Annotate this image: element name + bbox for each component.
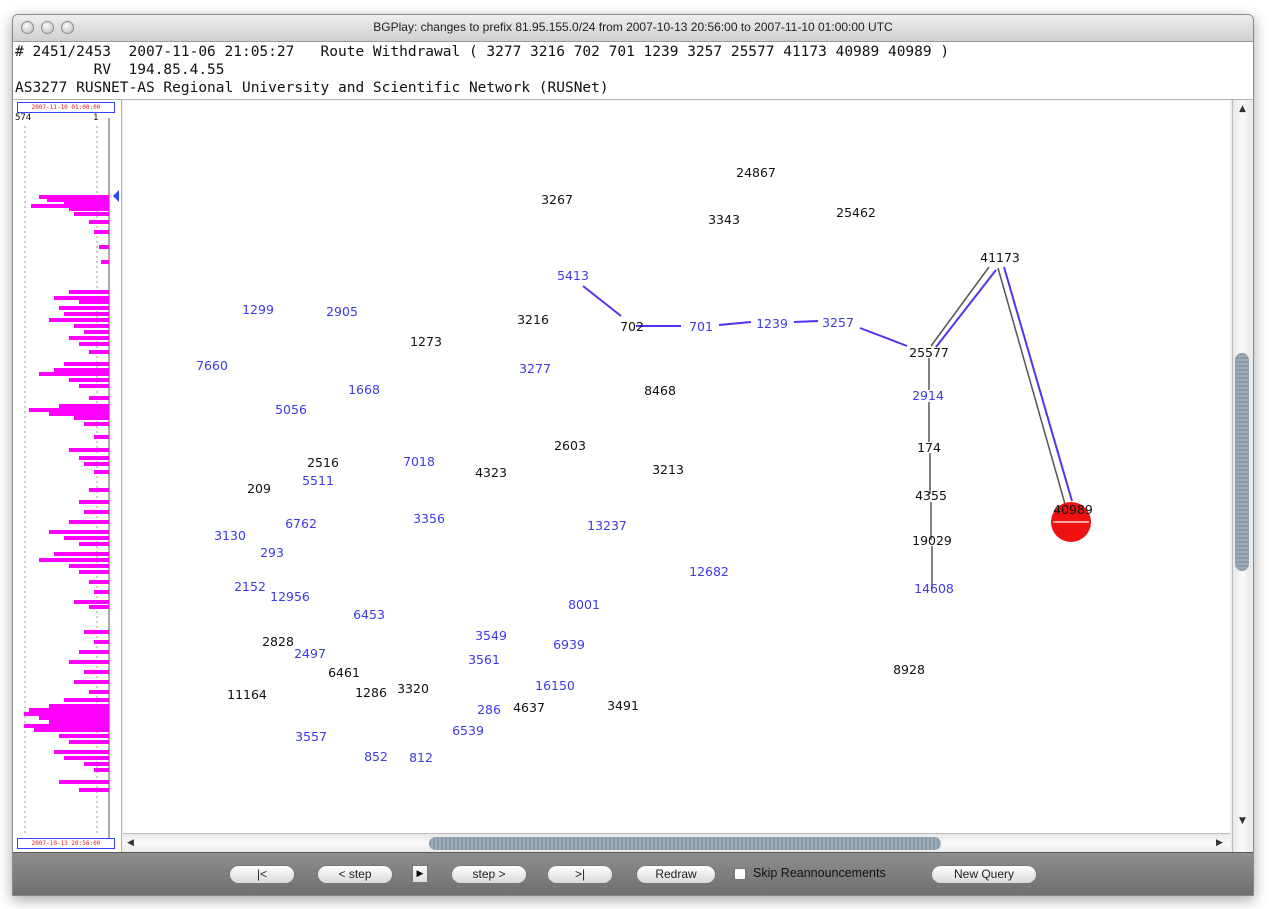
as-node-40989[interactable]: 40989: [1053, 503, 1093, 517]
horizontal-scrollbar[interactable]: ◀ ▶: [123, 833, 1230, 853]
as-node-13237[interactable]: 13237: [587, 519, 627, 533]
as-node-293[interactable]: 293: [260, 546, 284, 560]
timeline-start-timestamp: 2007-10-13 20:56:00: [17, 838, 115, 849]
event-timeline[interactable]: 2007-11-10 01:00:00 574 1 2007-10-13 20:…: [13, 100, 122, 852]
as-node-702[interactable]: 702: [620, 320, 644, 334]
as-node-3320[interactable]: 3320: [397, 682, 429, 696]
playback-toolbar: |< < step ▶ step > >| Redraw Skip Reanno…: [13, 852, 1253, 895]
as-node-2603[interactable]: 2603: [554, 439, 586, 453]
as-node-5056[interactable]: 5056: [275, 403, 307, 417]
as-node-14608[interactable]: 14608: [914, 582, 954, 596]
as-node-3130[interactable]: 3130: [214, 529, 246, 543]
as-node-4637[interactable]: 4637: [513, 701, 545, 715]
as-node-3213[interactable]: 3213: [652, 463, 684, 477]
scroll-left-icon[interactable]: ◀: [127, 838, 134, 848]
as-node-3491[interactable]: 3491: [607, 699, 639, 713]
step-back-button[interactable]: < step: [317, 865, 393, 884]
play-button[interactable]: ▶: [412, 865, 428, 883]
as-node-5511[interactable]: 5511: [302, 474, 334, 488]
as-node-8928[interactable]: 8928: [893, 663, 925, 677]
edge-3257-25577: [859, 327, 908, 347]
new-query-button[interactable]: New Query: [931, 865, 1037, 884]
as-description-line: AS3277 RUSNET-AS Regional University and…: [15, 80, 609, 96]
edge-25577-41173-old: [930, 266, 990, 347]
edge-5413-702: [582, 285, 622, 317]
redraw-button[interactable]: Redraw: [636, 865, 716, 884]
as-node-286[interactable]: 286: [477, 703, 501, 717]
edge-41173-40989: [1003, 266, 1073, 502]
as-node-6461[interactable]: 6461: [328, 666, 360, 680]
timeline-histogram: [24, 118, 119, 840]
as-node-7018[interactable]: 7018: [403, 455, 435, 469]
edge-1239-3257: [793, 320, 819, 323]
as-node-6939[interactable]: 6939: [553, 638, 585, 652]
as-node-4323[interactable]: 4323: [475, 466, 507, 480]
as-node-6539[interactable]: 6539: [452, 724, 484, 738]
as-node-3557[interactable]: 3557: [295, 730, 327, 744]
step-forward-button[interactable]: step >: [451, 865, 527, 884]
as-node-3267[interactable]: 3267: [541, 193, 573, 207]
scroll-right-icon[interactable]: ▶: [1216, 838, 1223, 848]
as-node-19029[interactable]: 19029: [912, 534, 952, 548]
as-node-41173[interactable]: 41173: [980, 251, 1020, 265]
collector-line: RV 194.85.4.55: [15, 62, 225, 78]
as-node-7660[interactable]: 7660: [196, 359, 228, 373]
skip-reannouncements-label: Skip Reannouncements: [753, 866, 886, 880]
as-node-1239[interactable]: 1239: [756, 317, 788, 331]
as-node-3356[interactable]: 3356: [413, 512, 445, 526]
edge-25577-41173: [935, 269, 997, 348]
as-node-2914[interactable]: 2914: [912, 389, 944, 403]
as-node-12956[interactable]: 12956: [270, 590, 310, 604]
as-node-16150[interactable]: 16150: [535, 679, 575, 693]
event-line: # 2451/2453 2007-11-06 21:05:27 Route Wi…: [15, 44, 950, 60]
scroll-up-icon[interactable]: ▲: [1239, 104, 1246, 114]
horizontal-scroll-thumb[interactable]: [429, 837, 941, 850]
as-node-2828[interactable]: 2828: [262, 635, 294, 649]
as-node-3216[interactable]: 3216: [517, 313, 549, 327]
as-node-4355[interactable]: 4355: [915, 489, 947, 503]
as-node-2152[interactable]: 2152: [234, 580, 266, 594]
as-graph-canvas[interactable]: 24867 3267 3343 25462 41173 5413 1299 2905 3216 7…: [123, 100, 1230, 833]
as-node-1273[interactable]: 1273: [410, 335, 442, 349]
as-node-209[interactable]: 209: [247, 482, 271, 496]
as-node-11164[interactable]: 11164: [227, 688, 267, 702]
skip-reannouncements-checkbox[interactable]: [734, 868, 746, 880]
as-node-3277[interactable]: 3277: [519, 362, 551, 376]
as-node-3343[interactable]: 3343: [708, 213, 740, 227]
edge-41173-40989-old: [997, 267, 1066, 505]
title-bar: BGPlay: changes to prefix 81.95.155.0/24…: [13, 15, 1253, 42]
as-node-8001[interactable]: 8001: [568, 598, 600, 612]
event-info-panel: # 2451/2453 2007-11-06 21:05:27 Route Wi…: [13, 42, 1253, 100]
as-node-6762[interactable]: 6762: [285, 517, 317, 531]
as-node-25462[interactable]: 25462: [836, 206, 876, 220]
as-node-25577[interactable]: 25577: [909, 346, 949, 360]
last-event-button[interactable]: >|: [547, 865, 613, 884]
window-title: BGPlay: changes to prefix 81.95.155.0/24…: [373, 20, 893, 34]
as-node-852[interactable]: 852: [364, 750, 388, 764]
as-node-2497[interactable]: 2497: [294, 647, 326, 661]
as-node-1286[interactable]: 1286: [355, 686, 387, 700]
as-node-1668[interactable]: 1668: [348, 383, 380, 397]
as-node-3549[interactable]: 3549: [475, 629, 507, 643]
as-node-174[interactable]: 174: [917, 441, 941, 455]
as-node-8468[interactable]: 8468: [644, 384, 676, 398]
as-node-6453[interactable]: 6453: [353, 608, 385, 622]
bgplay-window: BGPlay: changes to prefix 81.95.155.0/24…: [12, 14, 1254, 896]
scroll-down-icon[interactable]: ▼: [1239, 816, 1246, 826]
as-node-3561[interactable]: 3561: [468, 653, 500, 667]
vertical-scroll-thumb[interactable]: [1235, 353, 1249, 571]
as-node-5413[interactable]: 5413: [557, 269, 589, 283]
as-node-24867[interactable]: 24867: [736, 166, 776, 180]
as-node-12682[interactable]: 12682: [689, 565, 729, 579]
as-node-1299[interactable]: 1299: [242, 303, 274, 317]
timeline-cursor-icon: [113, 190, 119, 202]
vertical-scrollbar[interactable]: ▲ ▼: [1232, 100, 1252, 852]
as-node-2905[interactable]: 2905: [326, 305, 358, 319]
as-node-2516[interactable]: 2516: [307, 456, 339, 470]
first-event-button[interactable]: |<: [229, 865, 295, 884]
edge-701-1239: [718, 321, 752, 326]
as-node-3257[interactable]: 3257: [822, 316, 854, 330]
as-node-701[interactable]: 701: [689, 320, 713, 334]
as-node-812[interactable]: 812: [409, 751, 433, 765]
